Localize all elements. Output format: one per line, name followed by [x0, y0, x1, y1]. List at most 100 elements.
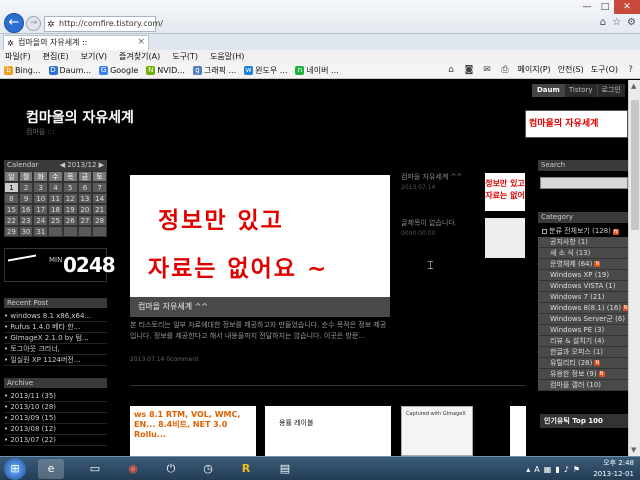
flag-icon[interactable]: ⚑	[573, 465, 580, 474]
featured-image[interactable]: 정보만 있고 자료는 없어요 ~	[130, 175, 390, 297]
side-post-title[interactable]: 글제목이 없습니다.	[401, 218, 457, 228]
tray-arrow-icon[interactable]: ▴	[526, 465, 530, 474]
volume-icon[interactable]: ♪	[564, 465, 569, 474]
post-thumbnail[interactable]: Captured with GImageX	[401, 406, 473, 456]
forward-button[interactable]: →	[26, 16, 41, 31]
favorite-bing[interactable]: b Bing...	[4, 66, 41, 75]
calendar-day[interactable]: 11	[48, 193, 63, 204]
calendar-day[interactable]: 21	[92, 204, 107, 215]
category-item[interactable]: 새 소 식 (13)	[538, 248, 628, 259]
category-item[interactable]: 분류 전체보기 (128) N	[538, 226, 628, 237]
tab-active[interactable]: ✲ 컴마을의 자유세계 :: ×	[3, 35, 149, 50]
menu-tools[interactable]: 도구(T)	[172, 50, 198, 63]
category-item[interactable]: Windows 7 (21)	[538, 292, 628, 303]
network-icon[interactable]: ▮	[555, 465, 559, 474]
favorites-star-icon[interactable]: ☆	[612, 17, 621, 28]
calendar-day[interactable]: 29	[4, 226, 19, 237]
site-banner[interactable]: 컴마을의 자유세계	[525, 110, 628, 138]
explorer-folder-icon[interactable]: ▭	[82, 459, 108, 479]
category-item[interactable]: Windows PE (3)	[538, 325, 628, 336]
calendar-day[interactable]: 26	[62, 215, 78, 226]
side-post-title[interactable]: 컴마을 자유세계 ^^	[401, 172, 462, 182]
scroll-up-icon[interactable]: ▲	[631, 82, 636, 90]
favorite-windows[interactable]: w 윈도우 ...	[244, 65, 287, 76]
post-thumbnail[interactable]	[510, 406, 526, 456]
category-item[interactable]: 리뷰 & 설치기 (4)	[538, 336, 628, 347]
feeds-icon[interactable]: ◙	[464, 65, 475, 75]
favorite-nvidia[interactable]: N NVID...	[146, 66, 185, 75]
calendar-day[interactable]: 27	[77, 215, 93, 226]
url-input[interactable]: ✲ http://comfire.tistory.com/	[44, 16, 163, 32]
category-item[interactable]: 운영체제 (64) N	[538, 259, 628, 270]
calendar-day[interactable]: 6	[77, 182, 93, 193]
scrollbar-thumb[interactable]	[631, 100, 639, 230]
post-thumbnail[interactable]: 정보만 있고 자료는 없어	[485, 173, 525, 211]
tab-close-icon[interactable]: ×	[137, 36, 145, 49]
calendar-day[interactable]: 25	[48, 215, 63, 226]
calendar-day[interactable]: 8	[4, 193, 19, 204]
archive-item[interactable]: • 2013/08 (12)	[4, 424, 107, 435]
tray-app-icon[interactable]: ▦	[544, 465, 552, 474]
r-app-icon[interactable]: R	[233, 459, 259, 479]
favorite-graphic[interactable]: g 그래픽 ...	[192, 65, 236, 76]
calendar-day[interactable]: 14	[92, 193, 107, 204]
help-icon[interactable]: ?	[625, 65, 636, 75]
media-icon[interactable]: ◉	[120, 459, 146, 479]
category-item[interactable]: 유틸리티 (28) N	[538, 358, 628, 369]
calendar-day[interactable]: 5	[62, 182, 78, 193]
calendar-day[interactable]: 15	[4, 204, 19, 215]
notepad-icon[interactable]: ▤	[272, 459, 298, 479]
calendar-day[interactable]: 4	[48, 182, 63, 193]
calendar-day[interactable]: 28	[92, 215, 107, 226]
close-window-button[interactable]: ✕	[614, 0, 640, 14]
start-button[interactable]: ⊞	[4, 458, 26, 480]
calendar-day[interactable]: 10	[33, 193, 49, 204]
post-thumbnail[interactable]: ws 8.1 RTM, VOL, WMC, EN... 8.4비트, NET 3…	[130, 406, 256, 456]
menu-view[interactable]: 보기(V)	[81, 50, 107, 63]
archive-item[interactable]: • 2013/11 (35)	[4, 391, 107, 402]
back-button[interactable]: ←	[4, 13, 24, 33]
archive-item[interactable]: • 2013/10 (28)	[4, 402, 107, 413]
calendar-day[interactable]: 31	[33, 226, 49, 237]
recent-post-item[interactable]: • windows 8.1 x86,x64...	[4, 311, 107, 322]
recent-post-item[interactable]: • 일실원 XP 1124버전...	[4, 355, 107, 366]
mail-icon[interactable]: ✉	[482, 65, 493, 75]
featured-caption[interactable]: 컴마을 자유세계 ^^	[130, 297, 390, 317]
favorite-daum[interactable]: D Daum...	[48, 66, 91, 75]
calendar-day[interactable]: 18	[48, 204, 63, 215]
daum-link[interactable]: Daum	[532, 84, 564, 97]
archive-item[interactable]: • 2013/07 (22)	[4, 435, 107, 446]
calendar-day[interactable]: 23	[18, 215, 34, 226]
maximize-button[interactable]: □	[596, 0, 614, 14]
category-item[interactable]: Windows 8(8.1) (16) N	[538, 303, 628, 314]
calendar-day[interactable]: 22	[4, 215, 19, 226]
scroll-down-icon[interactable]: ▼	[631, 446, 636, 454]
site-title[interactable]: 컴마을의 자유세계	[26, 107, 134, 127]
login-link[interactable]: 로그인	[596, 84, 625, 97]
menu-file[interactable]: 파일(F)	[5, 50, 31, 63]
recent-post-item[interactable]: • Rufus 1.4.0 베타 한...	[4, 322, 107, 333]
menu-help[interactable]: 도움말(H)	[210, 50, 244, 63]
calendar-day[interactable]: 24	[33, 215, 49, 226]
category-item[interactable]: 유용한 정보 (9) N	[538, 369, 628, 380]
ie-taskbar-icon[interactable]: e	[38, 459, 64, 479]
category-item[interactable]: 한글과 오피스 (1)	[538, 347, 628, 358]
calendar-day[interactable]: 16	[18, 204, 34, 215]
favorite-naver[interactable]: n 네이버 ...	[295, 65, 339, 76]
category-item[interactable]: 공지사항 (1)	[538, 237, 628, 248]
home-icon[interactable]: ⌂	[600, 17, 606, 28]
calendar-day[interactable]: 30	[18, 226, 34, 237]
calendar-day[interactable]: 12	[62, 193, 78, 204]
recent-post-item[interactable]: • GImageX 2.1.0 by 텀...	[4, 333, 107, 344]
vertical-scrollbar[interactable]: ▲ ▼	[628, 80, 640, 456]
ime-icon[interactable]: A	[534, 465, 539, 474]
calendar-day[interactable]: 1	[4, 182, 19, 193]
archive-item[interactable]: • 2013/09 (15)	[4, 413, 107, 424]
minimize-button[interactable]: —	[578, 0, 596, 14]
recent-post-item[interactable]: • 토그아웃 크리너,	[4, 344, 107, 355]
menu-edit[interactable]: 편집(E)	[43, 50, 69, 63]
post-thumbnail[interactable]: 용률 레이블	[265, 406, 391, 456]
calendar-day[interactable]: 2	[18, 182, 34, 193]
home-cmd-icon[interactable]: ⌂	[446, 65, 457, 75]
category-item[interactable]: Windows VISTA (1)	[538, 281, 628, 292]
